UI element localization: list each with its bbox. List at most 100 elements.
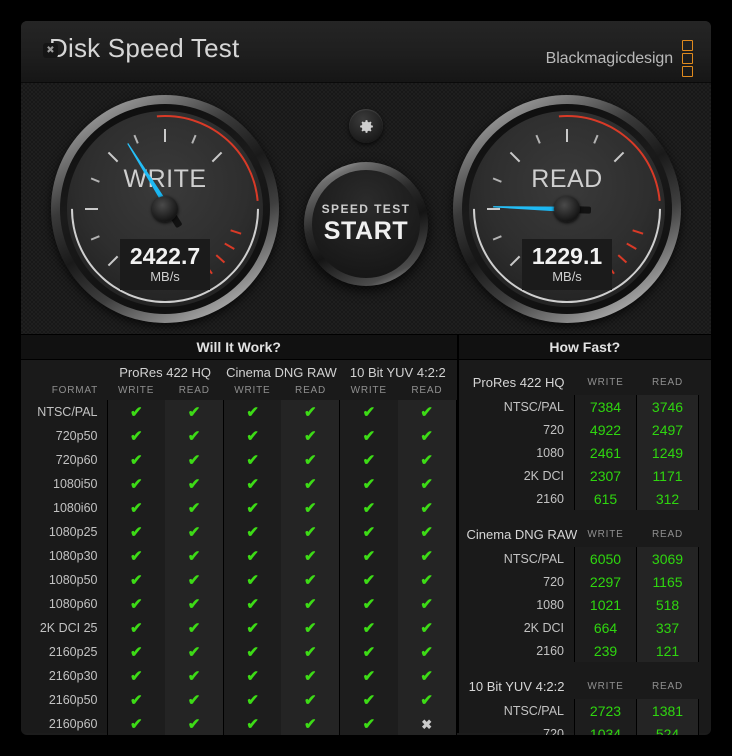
support-check-cell: ✔ (397, 496, 457, 520)
read-gauge-label: READ (531, 165, 603, 193)
support-check-cell: ✔ (281, 616, 340, 640)
check-icon: ✔ (420, 427, 433, 445)
support-check-cell: ✔ (397, 664, 457, 688)
settings-button[interactable] (349, 109, 383, 143)
support-check-cell: ✔ (106, 664, 166, 688)
write-speed-value: 2297 (574, 570, 637, 593)
support-check-cell: ✔ (339, 664, 398, 688)
check-icon: ✔ (246, 571, 259, 589)
check-icon: ✔ (304, 619, 317, 637)
read-readout: 1229.1 MB/s (522, 239, 612, 291)
write-speed-value: 1034 (574, 722, 637, 735)
check-icon: ✔ (246, 475, 259, 493)
support-check-cell: ✔ (165, 472, 224, 496)
support-check-cell: ✔ (106, 568, 166, 592)
support-check-cell: ✔ (222, 616, 282, 640)
check-icon: ✔ (246, 499, 259, 517)
check-icon: ✔ (130, 499, 143, 517)
start-button-label: START (323, 217, 409, 245)
format-label: 1080p60 (48, 597, 98, 611)
support-check-cell: ✔ (222, 448, 282, 472)
check-icon: ✔ (187, 571, 201, 589)
check-icon: ✔ (304, 715, 317, 733)
check-icon: ✔ (362, 403, 376, 421)
table-row: 2160 239 121 (467, 639, 699, 662)
read-speed-value: 337 (636, 616, 699, 639)
support-check-cell: ✔ (165, 544, 224, 568)
table-row: 720 4922 2497 (467, 418, 699, 441)
check-icon: ✔ (362, 643, 376, 661)
support-check-cell: ✔ (222, 496, 282, 520)
read-speed-value: 3069 (636, 547, 699, 570)
support-check-cell: ✔ (397, 544, 457, 568)
gauge-hub (152, 196, 178, 222)
check-icon: ✔ (304, 523, 317, 541)
support-check-cell: ✔ (339, 400, 398, 424)
read-speed-value: 3746 (636, 395, 699, 418)
section-name: 10 Bit YUV 4:2:2 (468, 678, 565, 694)
support-check-cell: ✔ (106, 472, 166, 496)
support-check-cell: ✔ (165, 688, 224, 712)
support-check-cell: ✔ (339, 448, 398, 472)
check-icon: ✔ (130, 667, 143, 685)
support-check-cell: ✔ (165, 712, 224, 735)
check-icon: ✔ (187, 403, 201, 421)
check-icon: ✔ (187, 595, 201, 613)
support-check-cell: ✔ (397, 520, 457, 544)
sub-header-read: READ (652, 376, 683, 388)
speed-test-start-button[interactable]: SPEED TEST START (304, 162, 428, 286)
write-unit: MB/s (150, 269, 180, 285)
check-icon: ✔ (246, 667, 259, 685)
how-fast-table: ProRes 422 HQ WRITE READ NTSC/PAL 7384 3746 72… (467, 369, 699, 735)
support-check-cell: ✔ (339, 568, 398, 592)
write-speed-value: 2723 (574, 699, 637, 722)
table-row: 720p50 ✔ ✔ ✔ ✔ ✔ ✔ (21, 424, 457, 448)
how-fast-title: How Fast? (458, 335, 711, 360)
support-check-cell: ✔ (165, 616, 224, 640)
table-group-header-row: ProRes 422 HQ Cinema DNG RAW 10 Bit YUV … (21, 360, 456, 381)
close-icon[interactable]: ✖ (43, 43, 58, 58)
support-check-cell: ✔ (281, 472, 340, 496)
support-check-cell: ✔ (281, 520, 340, 544)
how-fast-panel: How Fast? ProRes 422 HQ WRITE READ NTSC/PAL… (458, 335, 711, 735)
support-check-cell: ✔ (222, 568, 282, 592)
table-row: 720 2297 1165 (467, 570, 699, 593)
format-column-header: FORMAT (51, 385, 98, 396)
write-speed-value: 4922 (574, 418, 637, 441)
check-icon: ✔ (187, 691, 201, 709)
format-label: 2K DCI (523, 620, 564, 635)
check-icon: ✔ (246, 523, 259, 541)
check-icon: ✔ (420, 619, 433, 637)
start-button-caption: SPEED TEST (321, 202, 411, 216)
format-label: 2K DCI (523, 468, 564, 483)
check-icon: ✔ (362, 619, 376, 637)
format-label: 2160p25 (48, 645, 98, 659)
sub-header-write: WRITE (587, 680, 624, 692)
support-check-cell: ✔ (106, 688, 166, 712)
read-value: 1229.1 (531, 243, 603, 269)
table-row: 1080 1021 518 (467, 593, 699, 616)
format-label: 2160p50 (48, 693, 98, 707)
format-label: 720p60 (55, 453, 98, 467)
table-row: 1080 2461 1249 (467, 441, 699, 464)
support-check-cell: ✔ (222, 520, 282, 544)
support-check-cell: ✔ (106, 640, 166, 664)
check-icon: ✔ (130, 427, 143, 445)
group-header-prores: ProRes 422 HQ (119, 365, 212, 380)
sub-header-write: WRITE (117, 385, 155, 396)
format-label: 1080p30 (48, 549, 98, 563)
write-speed-value: 1021 (574, 593, 637, 616)
app-window: ✖ Disk Speed Test Blackmagicdesign WRITE (21, 21, 711, 735)
check-icon: ✔ (304, 403, 317, 421)
support-check-cell: ✔ (106, 496, 166, 520)
format-label: 1080 (536, 445, 564, 460)
support-check-cell: ✔ (397, 616, 457, 640)
support-check-cell: ✔ (339, 520, 398, 544)
support-cross-cell: ✖ (397, 712, 457, 735)
check-icon: ✔ (362, 451, 376, 469)
write-gauge-label: WRITE (123, 165, 207, 193)
write-readout: 2422.7 MB/s (120, 239, 210, 291)
check-icon: ✔ (246, 595, 259, 613)
cross-icon: ✖ (421, 717, 433, 732)
table-row: 720p60 ✔ ✔ ✔ ✔ ✔ ✔ (21, 448, 457, 472)
